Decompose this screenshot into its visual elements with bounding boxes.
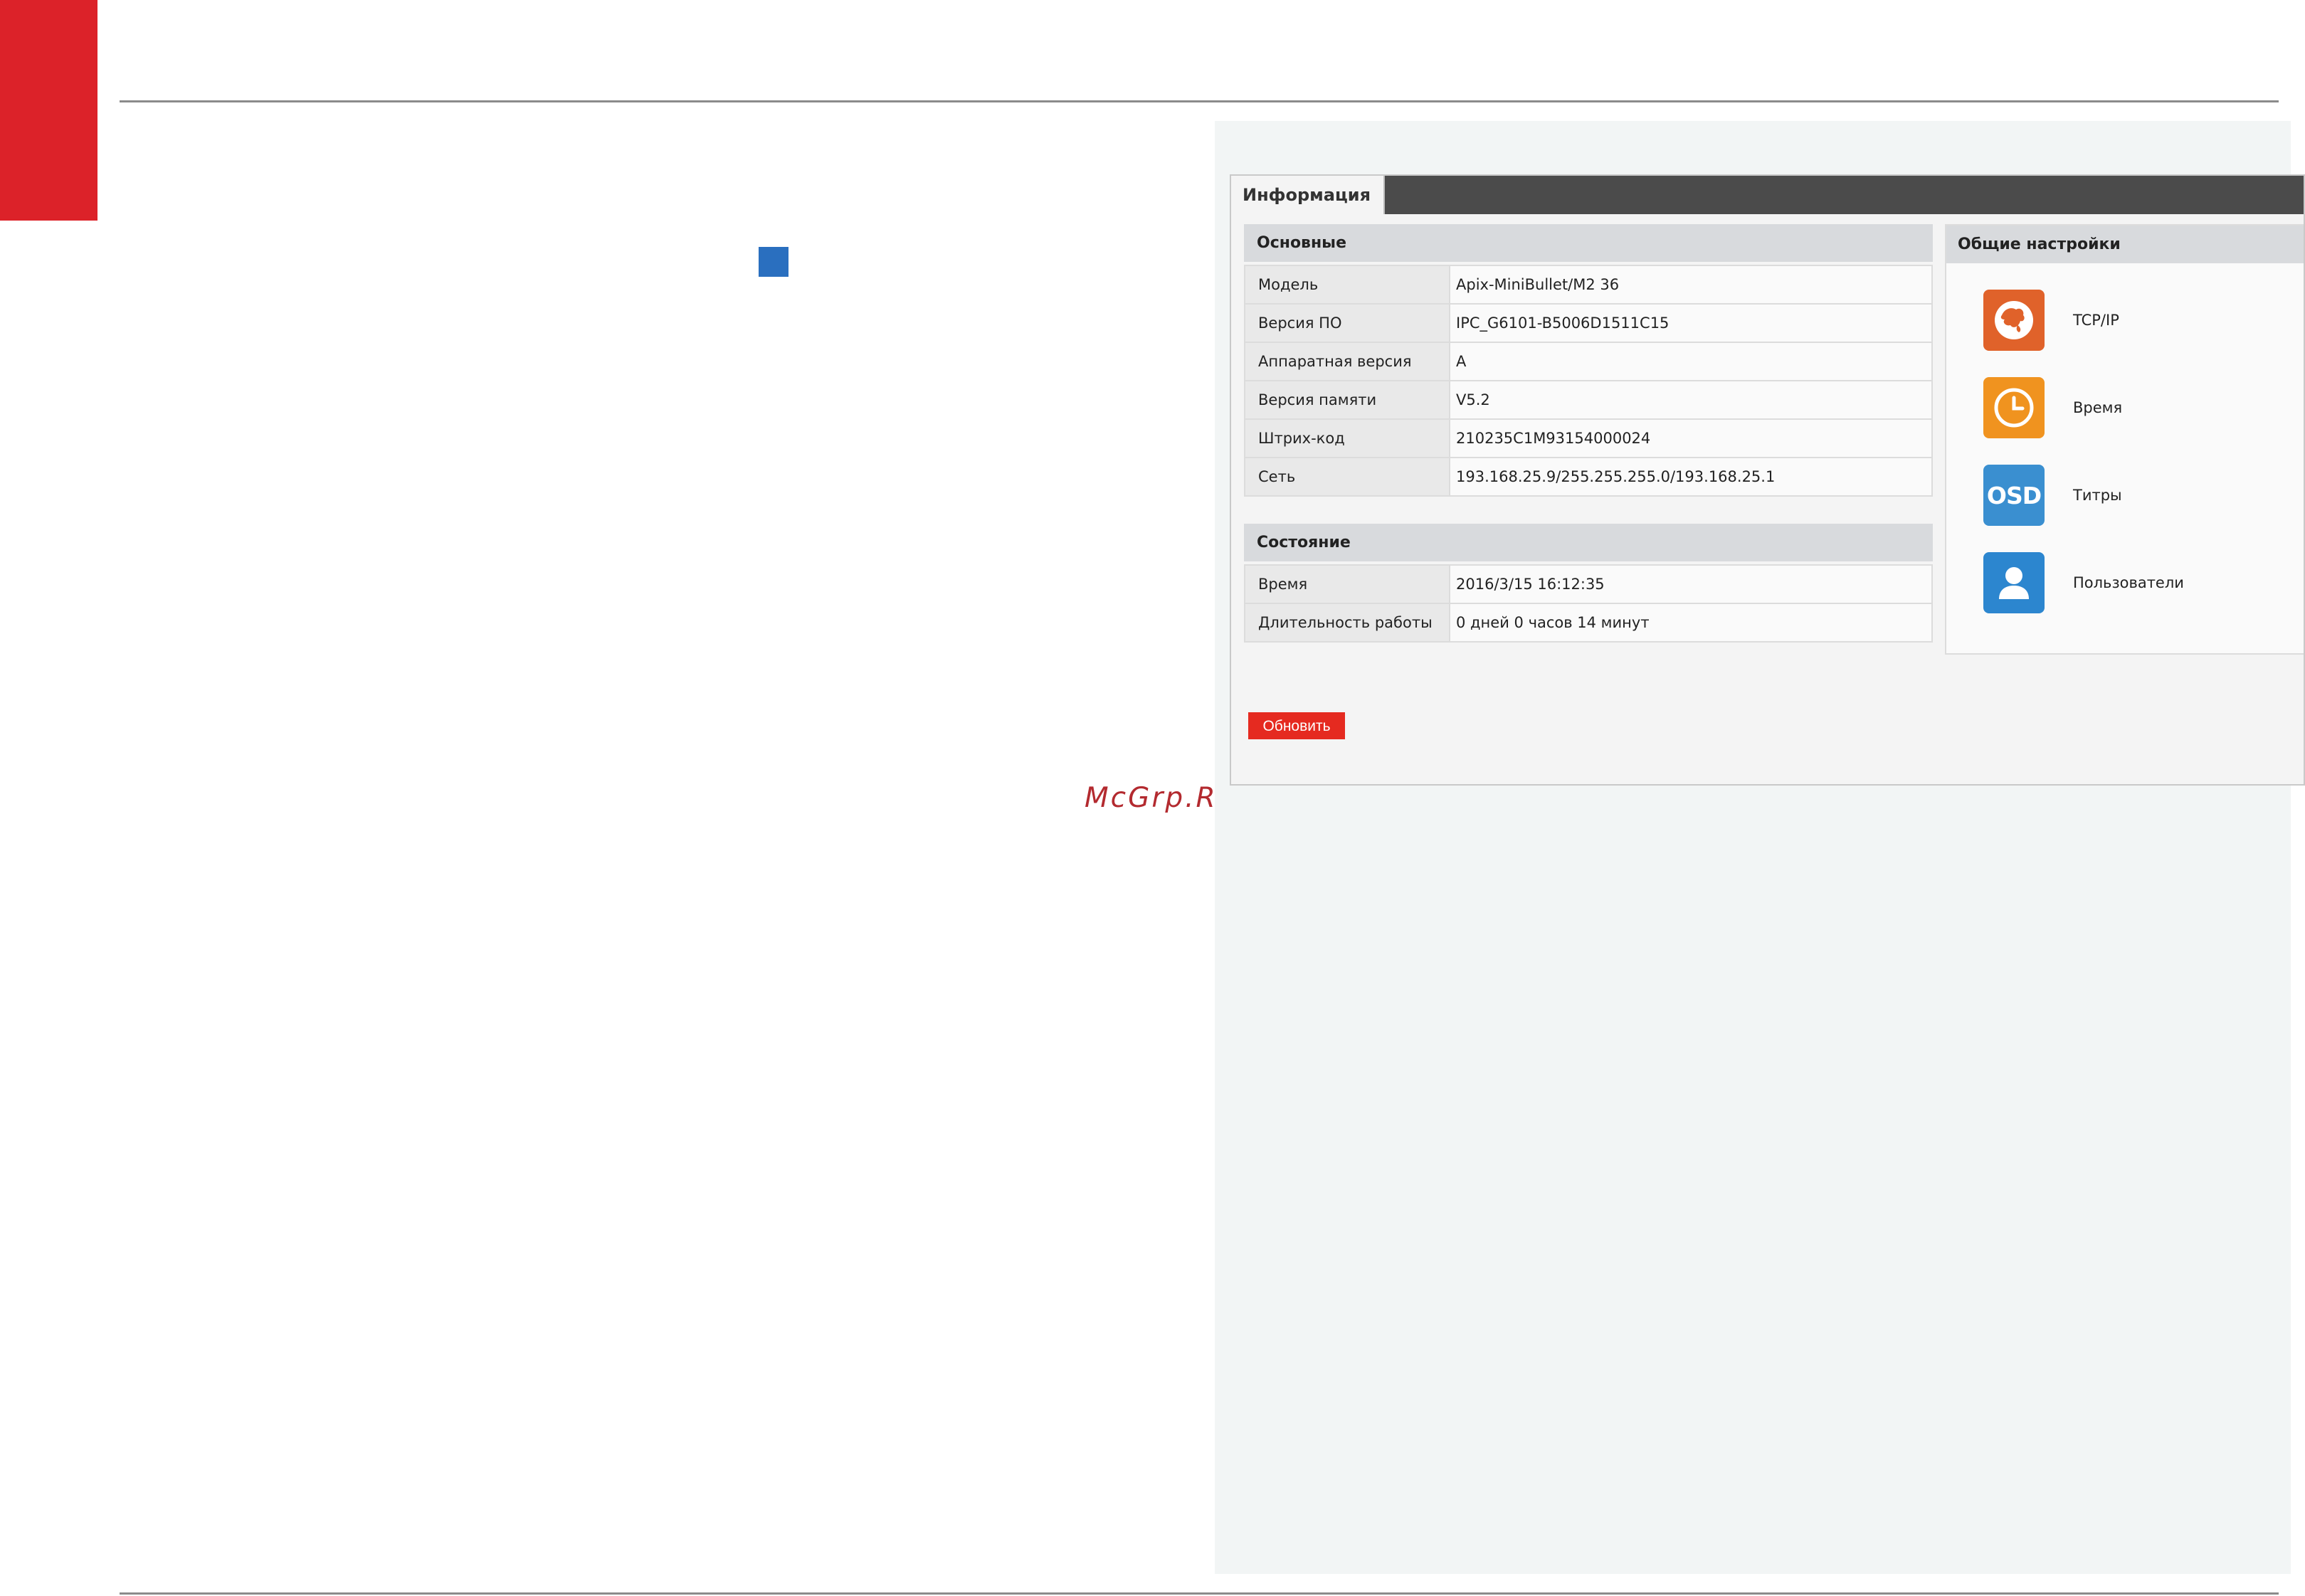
table-row: Сеть 193.168.25.9/255.255.255.0/193.168.… [1244,457,1933,497]
osd-icon-text: OSD [1986,481,2042,509]
table-row: Версия ПО IPC_G6101-B5006D1511C15 [1244,303,1933,343]
globe-icon [1983,290,2045,351]
row-key: Модель [1244,265,1450,305]
row-key: Версия памяти [1244,380,1450,420]
row-value: 193.168.25.9/255.255.255.0/193.168.25.1 [1449,457,1933,497]
table-row: Длительность работы 0 дней 0 часов 14 ми… [1244,603,1933,643]
header-rule [120,100,2279,102]
settings-item-osd[interactable]: OSD Титры [1983,465,2296,526]
row-key: Длительность работы [1244,603,1450,643]
row-key: Аппаратная версия [1244,342,1450,381]
table-row: Время 2016/3/15 16:12:35 [1244,564,1933,604]
table-row: Штрих-код 210235C1M93154000024 [1244,418,1933,458]
row-value: V5.2 [1449,380,1933,420]
settings-item-users[interactable]: Пользователи [1983,552,2296,613]
settings-item-label: TCP/IP [2073,312,2119,329]
basic-section-title: Основные [1244,224,1933,262]
settings-item-label: Пользователи [2073,574,2184,591]
row-key: Версия ПО [1244,303,1450,343]
tab-information[interactable]: Информация [1231,176,1385,214]
status-section-title: Состояние [1244,524,1933,561]
general-settings-title: Общие настройки [1946,226,2304,263]
red-corner-tab [0,0,97,221]
row-value: 2016/3/15 16:12:35 [1449,564,1933,604]
blue-marker-square [759,247,788,277]
basic-info-table: Модель Apix-MiniBullet/M2 36 Версия ПО I… [1244,265,1933,497]
row-value: A [1449,342,1933,381]
settings-item-time[interactable]: Время [1983,377,2296,438]
row-value: IPC_G6101-B5006D1511C15 [1449,303,1933,343]
row-value: 210235C1M93154000024 [1449,418,1933,458]
osd-icon: OSD [1983,465,2045,526]
general-settings-panel: Общие настройки TCP/IP Время OSD Титры П… [1945,224,2304,655]
settings-item-label: Титры [2073,487,2122,504]
clock-icon [1983,377,2045,438]
table-row: Версия памяти V5.2 [1244,380,1933,420]
table-row: Аппаратная версия A [1244,342,1933,381]
info-screen: Информация Основные Модель Apix-MiniBull… [1230,174,2305,786]
row-value: 0 дней 0 часов 14 минут [1449,603,1933,643]
footer-rule [120,1592,2279,1595]
refresh-button[interactable]: Обновить [1248,712,1345,739]
row-key: Штрих-код [1244,418,1450,458]
settings-item-label: Время [2073,399,2123,416]
tab-bar: Информация [1231,176,2304,214]
row-key: Время [1244,564,1450,604]
info-content: Основные Модель Apix-MiniBullet/M2 36 Ве… [1244,224,2304,784]
row-value: Apix-MiniBullet/M2 36 [1449,265,1933,305]
settings-item-tcpip[interactable]: TCP/IP [1983,290,2296,351]
user-icon [1983,552,2045,613]
row-key: Сеть [1244,457,1450,497]
status-table: Время 2016/3/15 16:12:35 Длительность ра… [1244,564,1933,643]
table-row: Модель Apix-MiniBullet/M2 36 [1244,265,1933,305]
